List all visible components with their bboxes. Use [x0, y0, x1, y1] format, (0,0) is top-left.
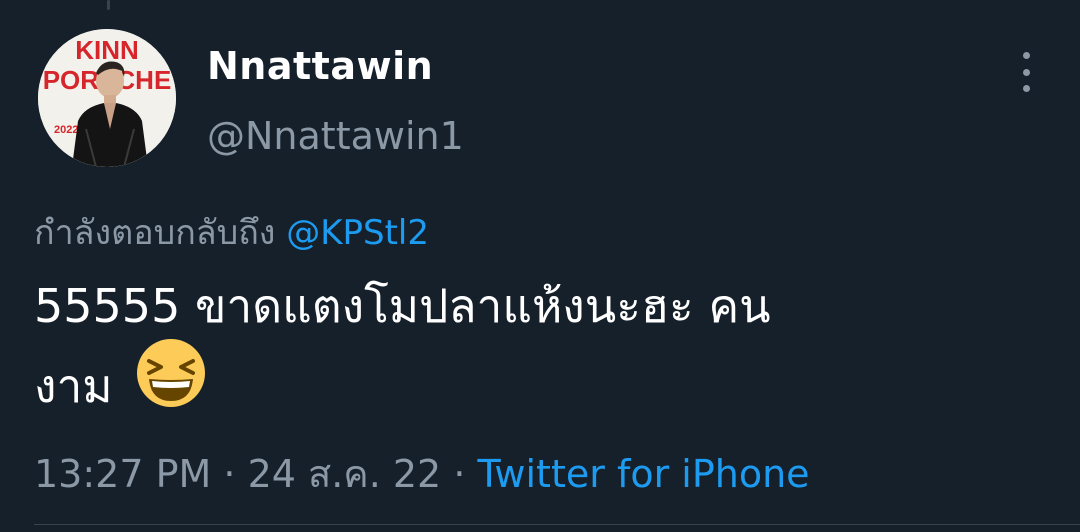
author-display-name[interactable]: Nnattawin — [207, 44, 433, 88]
thread-connector-line — [107, 0, 110, 10]
more-vertical-icon[interactable] — [1010, 52, 1042, 92]
meta-separator: · — [453, 452, 466, 496]
divider — [34, 524, 1080, 525]
grinning-squinting-face-icon — [135, 337, 207, 433]
avatar[interactable]: KINN PORSCHE 2022 — [38, 29, 176, 167]
avatar-image: KINN PORSCHE 2022 — [38, 29, 176, 167]
tweet-source-link[interactable]: Twitter for iPhone — [478, 452, 810, 496]
tweet-date[interactable]: 24 ส.ค. 22 — [248, 452, 442, 496]
more-dot — [1022, 52, 1030, 59]
tweet-time[interactable]: 13:27 PM — [34, 452, 211, 496]
tweet-text: 55555 ขาดแตงโมปลาแห้งนะฮะ คน งาม — [34, 266, 1044, 433]
avatar-poster-title-1: KINN — [75, 35, 139, 65]
tweet-text-line-2: งาม — [34, 338, 1044, 433]
tweet-metadata: 13:27 PM · 24 ส.ค. 22 · Twitter for iPho… — [34, 443, 810, 504]
replying-to: กำลังตอบกลับถึง @KPStl2 — [34, 205, 429, 259]
tweet-text-line-1: 55555 ขาดแตงโมปลาแห้งนะฮะ คน — [34, 279, 771, 333]
author-handle[interactable]: @Nnattawin1 — [207, 114, 464, 158]
meta-separator: · — [223, 452, 236, 496]
more-dot — [1022, 68, 1030, 76]
tweet-text-line-2-text: งาม — [34, 359, 113, 413]
avatar-poster-year: 2022 — [54, 124, 78, 136]
replying-to-label: กำลังตอบกลับถึง — [34, 213, 276, 253]
reply-mention-link[interactable]: @KPStl2 — [286, 213, 429, 253]
more-dot — [1022, 85, 1030, 92]
